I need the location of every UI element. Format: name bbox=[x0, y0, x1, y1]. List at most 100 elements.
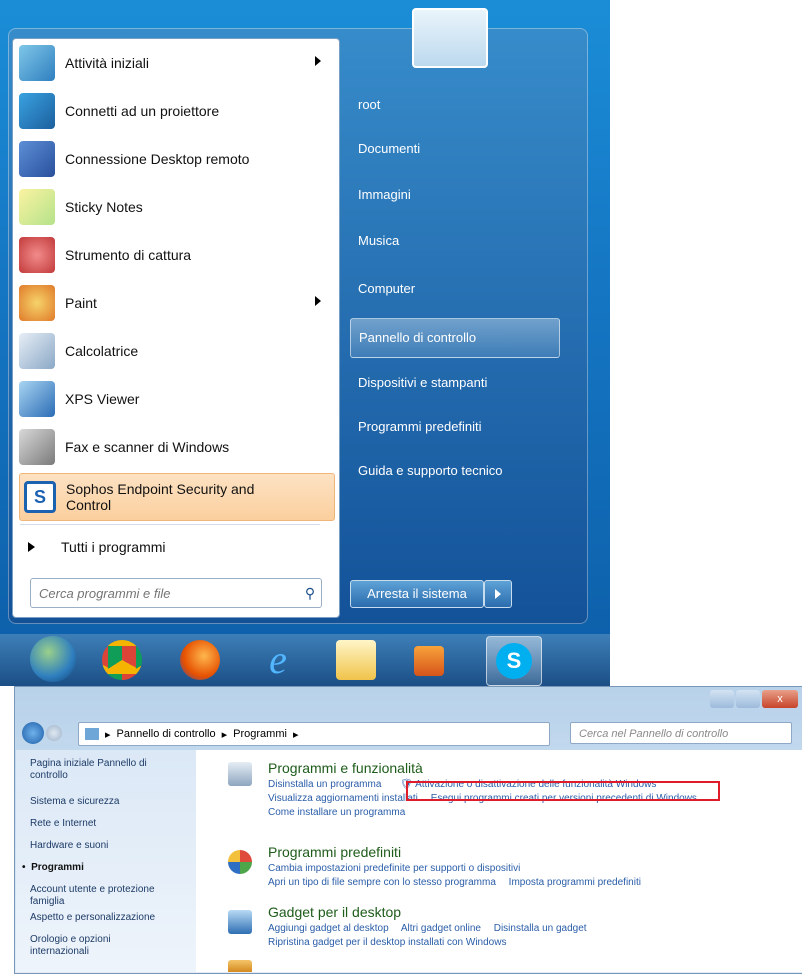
program-item-xps-viewer[interactable]: XPS Viewer bbox=[19, 377, 333, 421]
snipping-tool-icon bbox=[19, 237, 55, 273]
submenu-arrow-icon bbox=[315, 56, 321, 66]
highlight-box bbox=[406, 781, 720, 801]
skype-icon: S bbox=[496, 643, 532, 679]
right-item-documenti[interactable]: Documenti bbox=[350, 130, 558, 168]
breadcrumb-separator-icon: ▸ bbox=[292, 728, 299, 741]
category-links: Ripristina gadget per il desktop install… bbox=[268, 936, 516, 950]
address-bar[interactable]: ▸ Pannello di controllo ▸ Programmi ▸ bbox=[78, 722, 550, 746]
link-disinstalla[interactable]: Disinstalla un programma bbox=[268, 779, 381, 790]
breadcrumb-pannello[interactable]: Pannello di controllo bbox=[117, 728, 216, 740]
sidebar-home-link[interactable]: Pagina iniziale Pannello di controllo bbox=[30, 758, 180, 782]
shutdown-options-button[interactable] bbox=[484, 580, 512, 608]
category-links: Cambia impostazioni predefinite per supp… bbox=[268, 862, 530, 876]
sidebar-item-hardware[interactable]: Hardware e suoni bbox=[30, 840, 108, 852]
remote-desktop-icon bbox=[19, 141, 55, 177]
category-gadget: Gadget per il desktop Aggiungi gadget al… bbox=[212, 904, 792, 954]
maximize-button[interactable] bbox=[736, 690, 760, 708]
close-button[interactable]: x bbox=[762, 690, 798, 708]
program-item-fax-scanner[interactable]: Fax e scanner di Windows bbox=[19, 425, 333, 469]
breadcrumb-separator-icon: ▸ bbox=[105, 728, 111, 741]
next-category-icon bbox=[228, 960, 252, 972]
link-aggiungi-gadget[interactable]: Aggiungi gadget al desktop bbox=[268, 923, 389, 934]
program-item-calcolatrice[interactable]: Calcolatrice bbox=[19, 329, 333, 373]
program-item-attivita-iniziali[interactable]: Attività iniziali bbox=[19, 41, 333, 85]
chrome-icon[interactable] bbox=[102, 640, 142, 680]
category-title[interactable]: Programmi predefiniti bbox=[268, 844, 401, 860]
program-item-sticky-notes[interactable]: Sticky Notes bbox=[19, 185, 333, 229]
link-disinstalla-gadget[interactable]: Disinstalla un gadget bbox=[494, 923, 587, 934]
link-altri-gadget[interactable]: Altri gadget online bbox=[401, 923, 481, 934]
category-title[interactable]: Programmi e funzionalità bbox=[268, 760, 423, 776]
right-item-immagini[interactable]: Immagini bbox=[350, 176, 558, 214]
right-item-dispositivi[interactable]: Dispositivi e stampanti bbox=[350, 364, 558, 402]
projector-icon bbox=[19, 93, 55, 129]
link-imposta-predefiniti[interactable]: Imposta programmi predefiniti bbox=[509, 877, 641, 888]
category-programmi-predefiniti: Programmi predefiniti Cambia impostazion… bbox=[212, 844, 792, 894]
forward-button[interactable] bbox=[46, 725, 62, 741]
window-controls: x bbox=[700, 690, 800, 708]
start-search-box[interactable]: ⚲ bbox=[30, 578, 322, 608]
program-label: Connessione Desktop remoto bbox=[65, 151, 250, 167]
sidebar-item-label: Programmi bbox=[31, 862, 84, 873]
category-links: Come installare un programma bbox=[268, 806, 415, 820]
right-item-musica[interactable]: Musica bbox=[350, 222, 558, 260]
right-item-pannello-controllo[interactable]: Pannello di controllo bbox=[350, 318, 560, 358]
firefox-icon[interactable] bbox=[180, 640, 220, 680]
internet-explorer-icon[interactable]: e bbox=[258, 640, 298, 680]
sidebar-item-rete[interactable]: Rete e Internet bbox=[30, 818, 96, 830]
right-item-computer[interactable]: Computer bbox=[350, 270, 558, 308]
shutdown-button[interactable]: Arresta il sistema bbox=[350, 580, 484, 608]
search-icon[interactable]: ⚲ bbox=[299, 585, 321, 602]
category-links: Aggiungi gadget al desktop Altri gadget … bbox=[268, 922, 597, 936]
breadcrumb-separator-icon: ▸ bbox=[221, 728, 228, 741]
sidebar-item-orologio[interactable]: Orologio e opzioni internazionali bbox=[30, 934, 170, 958]
program-label: Attività iniziali bbox=[65, 55, 150, 71]
program-label: Paint bbox=[65, 295, 97, 311]
sidebar-item-sistema[interactable]: Sistema e sicurezza bbox=[30, 796, 119, 808]
sidebar-item-programmi[interactable]: • Programmi bbox=[22, 862, 84, 874]
right-item-root[interactable]: root bbox=[350, 86, 558, 124]
paint-icon bbox=[19, 285, 55, 321]
link-apri-tipo-file[interactable]: Apri un tipo di file sempre con lo stess… bbox=[268, 877, 496, 888]
program-item-connetti-proiettore[interactable]: Connetti ad un proiettore bbox=[19, 89, 333, 133]
calculator-icon bbox=[19, 333, 55, 369]
right-item-programmi-predefiniti[interactable]: Programmi predefiniti bbox=[350, 408, 558, 446]
program-label: Calcolatrice bbox=[65, 343, 139, 359]
category-title[interactable]: Gadget per il desktop bbox=[268, 904, 401, 920]
search-input[interactable] bbox=[31, 584, 299, 602]
file-explorer-icon[interactable] bbox=[336, 640, 376, 680]
sidebar-item-account[interactable]: Account utente e protezione famiglia bbox=[30, 884, 180, 908]
right-item-guida[interactable]: Guida e supporto tecnico bbox=[350, 452, 558, 490]
link-cambia-impostazioni[interactable]: Cambia impostazioni predefinite per supp… bbox=[268, 863, 520, 874]
sophos-shield-icon: S bbox=[24, 481, 56, 513]
program-label: Connetti ad un proiettore bbox=[65, 103, 220, 119]
program-label: Sophos Endpoint Security and Control bbox=[66, 481, 255, 513]
program-item-paint[interactable]: Paint bbox=[19, 281, 333, 325]
minimize-button[interactable] bbox=[710, 690, 734, 708]
menu-divider bbox=[20, 524, 320, 525]
control-panel-icon bbox=[85, 728, 99, 740]
gadgets-icon bbox=[228, 910, 252, 934]
media-player-icon[interactable] bbox=[414, 646, 444, 676]
user-picture[interactable] bbox=[412, 8, 488, 68]
skype-taskbar-button[interactable]: S bbox=[486, 636, 542, 686]
program-item-strumento-cattura[interactable]: Strumento di cattura bbox=[19, 233, 333, 277]
link-ripristina-gadget[interactable]: Ripristina gadget per il desktop install… bbox=[268, 937, 506, 948]
control-panel-search[interactable]: Cerca nel Pannello di controllo bbox=[570, 722, 792, 744]
expand-arrow-icon bbox=[28, 542, 35, 552]
program-item-desktop-remoto[interactable]: Connessione Desktop remoto bbox=[19, 137, 333, 181]
program-label: XPS Viewer bbox=[65, 391, 140, 407]
program-item-sophos[interactable]: S Sophos Endpoint Security and Control bbox=[19, 473, 335, 521]
category-links: Apri un tipo di file sempre con lo stess… bbox=[268, 876, 651, 890]
fax-scanner-icon bbox=[19, 429, 55, 465]
breadcrumb-programmi[interactable]: Programmi bbox=[233, 728, 287, 740]
submenu-arrow-icon bbox=[315, 296, 321, 306]
link-come-installare[interactable]: Come installare un programma bbox=[268, 807, 405, 818]
back-button[interactable] bbox=[22, 722, 44, 744]
link-aggiornamenti[interactable]: Visualizza aggiornamenti installati bbox=[268, 793, 418, 804]
xps-viewer-icon bbox=[19, 381, 55, 417]
all-programs-label: Tutti i programmi bbox=[61, 539, 166, 555]
sidebar-item-aspetto[interactable]: Aspetto e personalizzazione bbox=[30, 912, 155, 924]
all-programs-button[interactable]: Tutti i programmi bbox=[28, 530, 166, 564]
start-orb-icon[interactable] bbox=[30, 636, 76, 682]
